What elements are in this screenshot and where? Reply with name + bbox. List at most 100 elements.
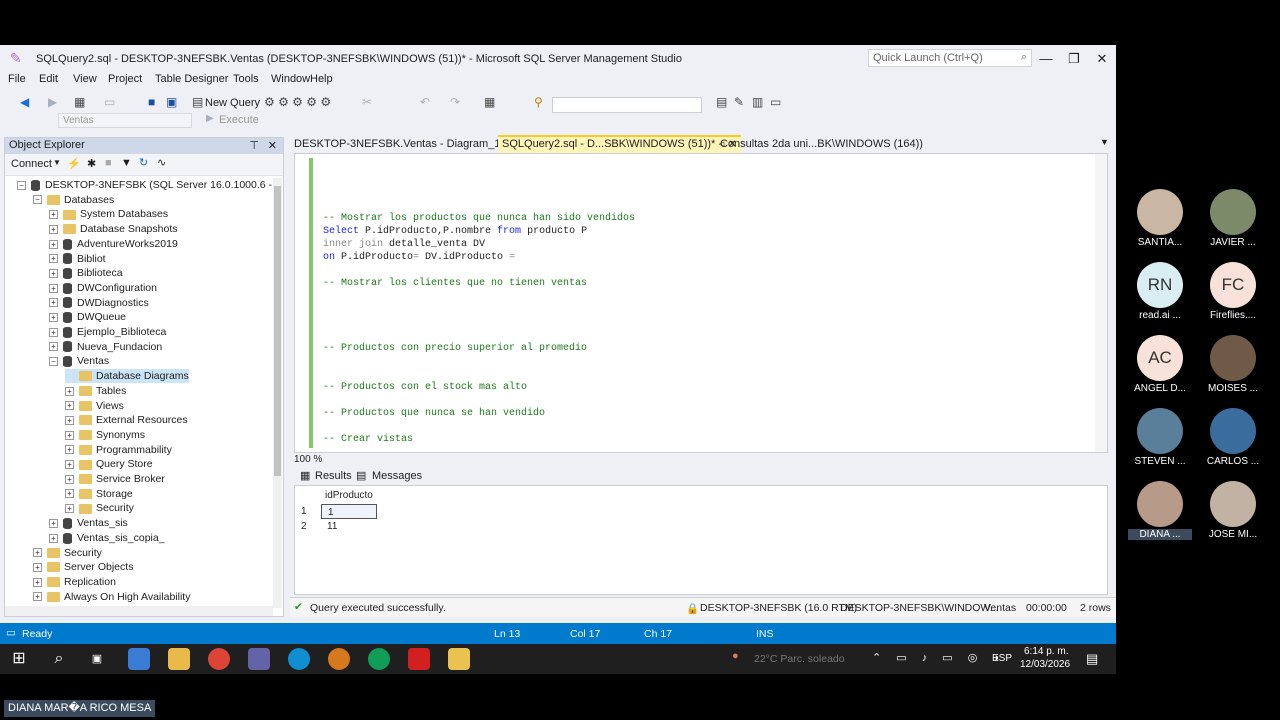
close-panel-icon[interactable]: ✕ (268, 139, 277, 152)
tree-node[interactable]: + Tables (65, 384, 126, 398)
object-explorer-hscrollbar[interactable] (5, 606, 273, 616)
expander-icon[interactable]: + (49, 313, 58, 323)
find-icon[interactable]: ⚲ (534, 95, 543, 109)
column-header[interactable]: idProducto (325, 490, 373, 501)
acrobat-icon[interactable] (408, 648, 430, 670)
menu-project[interactable]: Project (108, 73, 142, 85)
expander-icon[interactable]: + (49, 283, 58, 293)
editor-scrollbar[interactable] (1095, 154, 1107, 452)
toolbox-icon[interactable]: ▥ (752, 95, 763, 109)
file-explorer-icon[interactable] (168, 648, 190, 670)
tree-node[interactable]: + Always On High Availability (33, 590, 190, 604)
tree-node[interactable]: + Programmability (65, 443, 172, 457)
expander-icon[interactable]: + (49, 268, 58, 278)
new-query-button[interactable]: New Query (205, 97, 260, 109)
expander-icon[interactable]: + (49, 254, 58, 264)
results-to-grid-icon[interactable]: ▦ (484, 95, 495, 109)
expander-icon[interactable]: − (49, 357, 58, 367)
expander-icon[interactable]: + (49, 298, 58, 308)
back-icon[interactable]: ◀ (20, 95, 29, 109)
copilot-icon[interactable] (128, 648, 150, 670)
tree-node[interactable]: − DESKTOP-3NEFSBK (SQL Server 16.0.1000.6… (17, 178, 273, 192)
connect-button[interactable]: Connect (11, 158, 52, 170)
participant-avatar[interactable] (1210, 408, 1256, 454)
tree-node[interactable]: − Ventas (49, 354, 109, 368)
refresh-icon[interactable]: ↻ (139, 156, 148, 169)
new-query-icon[interactable]: ▤ (192, 95, 203, 109)
expander-icon[interactable]: + (49, 224, 58, 234)
query-editor[interactable]: -- Mostrar los productos que nunca han s… (294, 153, 1108, 453)
tree-node[interactable]: + System Databases (49, 207, 168, 221)
tree-node[interactable]: + Replication (33, 575, 116, 589)
tree-node[interactable]: + Database Snapshots (49, 222, 177, 236)
document-tab[interactable]: SQLQuery2.sql - D...SBK\WINDOWS (51))* ⊲… (498, 135, 741, 153)
expander-icon[interactable]: + (33, 592, 42, 602)
expander-icon[interactable]: + (65, 460, 74, 470)
expander-icon[interactable]: + (49, 327, 58, 337)
windows-start-icon[interactable]: ⊞ (8, 648, 30, 670)
expander-icon[interactable]: + (65, 445, 74, 455)
expander-icon[interactable]: + (65, 504, 74, 514)
save-all-icon[interactable]: ▣ (166, 95, 177, 109)
expander-icon[interactable]: − (17, 180, 26, 190)
expander-icon[interactable]: + (33, 577, 42, 587)
tree-node[interactable]: + Nueva_Fundacion (49, 340, 162, 354)
participant-avatar[interactable] (1137, 481, 1183, 527)
notification-icon[interactable]: ▤ (1086, 651, 1098, 667)
tree-node[interactable]: + Synonyms (65, 428, 145, 442)
participant-avatar[interactable] (1137, 189, 1183, 235)
tree-node[interactable]: + Views (65, 399, 124, 413)
clock-date[interactable]: 12/03/2026 (1020, 659, 1070, 670)
menu-tools[interactable]: Tools (233, 73, 259, 85)
expander-icon[interactable]: + (49, 239, 58, 249)
forward-icon[interactable]: ▶ (48, 95, 57, 109)
tree-node[interactable]: + DWDiagnostics (49, 296, 149, 310)
tree-node[interactable]: + Ejemplo_Biblioteca (49, 325, 166, 339)
expander-icon[interactable]: + (49, 533, 58, 543)
task-view-icon[interactable]: ▣ (86, 648, 108, 670)
language-indicator[interactable]: ESP (992, 653, 1012, 664)
tree-node[interactable]: Database Diagrams (65, 369, 189, 384)
query-tools-icon[interactable]: ⚙ ⚙ ⚙ ⚙ ⚙ (264, 95, 331, 109)
connect-dropdown-icon[interactable]: ▼ (53, 158, 61, 167)
expander-icon[interactable]: + (49, 518, 58, 528)
tree-node[interactable]: + Ventas_sis (49, 516, 128, 530)
restore-button[interactable]: ❐ (1062, 49, 1086, 69)
open-file-icon[interactable]: ▭ (104, 95, 115, 109)
disconnect-icon[interactable]: ✱ (87, 157, 96, 170)
ssms-active-icon[interactable] (448, 648, 470, 670)
execute-button[interactable]: Execute (219, 114, 259, 126)
wrench-icon[interactable]: ✎ (734, 95, 744, 109)
window-layout-icon[interactable]: ▭ (770, 95, 781, 109)
database-selector[interactable]: Ventas (58, 113, 192, 128)
tree-node[interactable]: + DWQueue (49, 310, 126, 324)
results-tab[interactable]: Results (315, 470, 352, 482)
teams-icon[interactable] (248, 648, 270, 670)
quick-launch-input[interactable]: Quick Launch (Ctrl+Q) ⌕ (868, 49, 1032, 67)
expander-icon[interactable]: + (65, 430, 74, 440)
expander-icon[interactable]: + (65, 474, 74, 484)
messages-tab[interactable]: Messages (372, 470, 422, 482)
expander-icon[interactable]: + (65, 415, 74, 425)
close-window-button[interactable]: ✕ (1090, 49, 1114, 69)
participant-avatar[interactable]: FC (1210, 262, 1256, 308)
expander-icon[interactable]: + (33, 548, 42, 558)
object-explorer-scrollbar[interactable] (273, 178, 282, 608)
stop-icon[interactable]: ■ (105, 157, 112, 169)
tree-node[interactable]: + Service Broker (65, 472, 165, 486)
connect-icon[interactable]: ⚡ (67, 157, 81, 170)
ssms-taskbar-icon[interactable] (328, 648, 350, 670)
participant-avatar[interactable]: RN (1137, 262, 1183, 308)
tree-node[interactable]: + Security (65, 501, 134, 515)
expander-icon[interactable]: + (49, 210, 58, 220)
edge-icon[interactable] (288, 648, 310, 670)
minimize-button[interactable]: — (1034, 49, 1058, 69)
tab-overflow-icon[interactable]: ▼ (1100, 137, 1109, 147)
filter-icon[interactable]: ▼ (121, 157, 132, 169)
participant-avatar[interactable] (1137, 408, 1183, 454)
pin-icon[interactable]: ⊤ (249, 139, 259, 152)
menu-edit[interactable]: Edit (39, 73, 58, 85)
chrome-profile-icon[interactable] (368, 648, 390, 670)
expander-icon[interactable]: + (33, 562, 42, 572)
tree-node[interactable]: + Storage (65, 487, 133, 501)
